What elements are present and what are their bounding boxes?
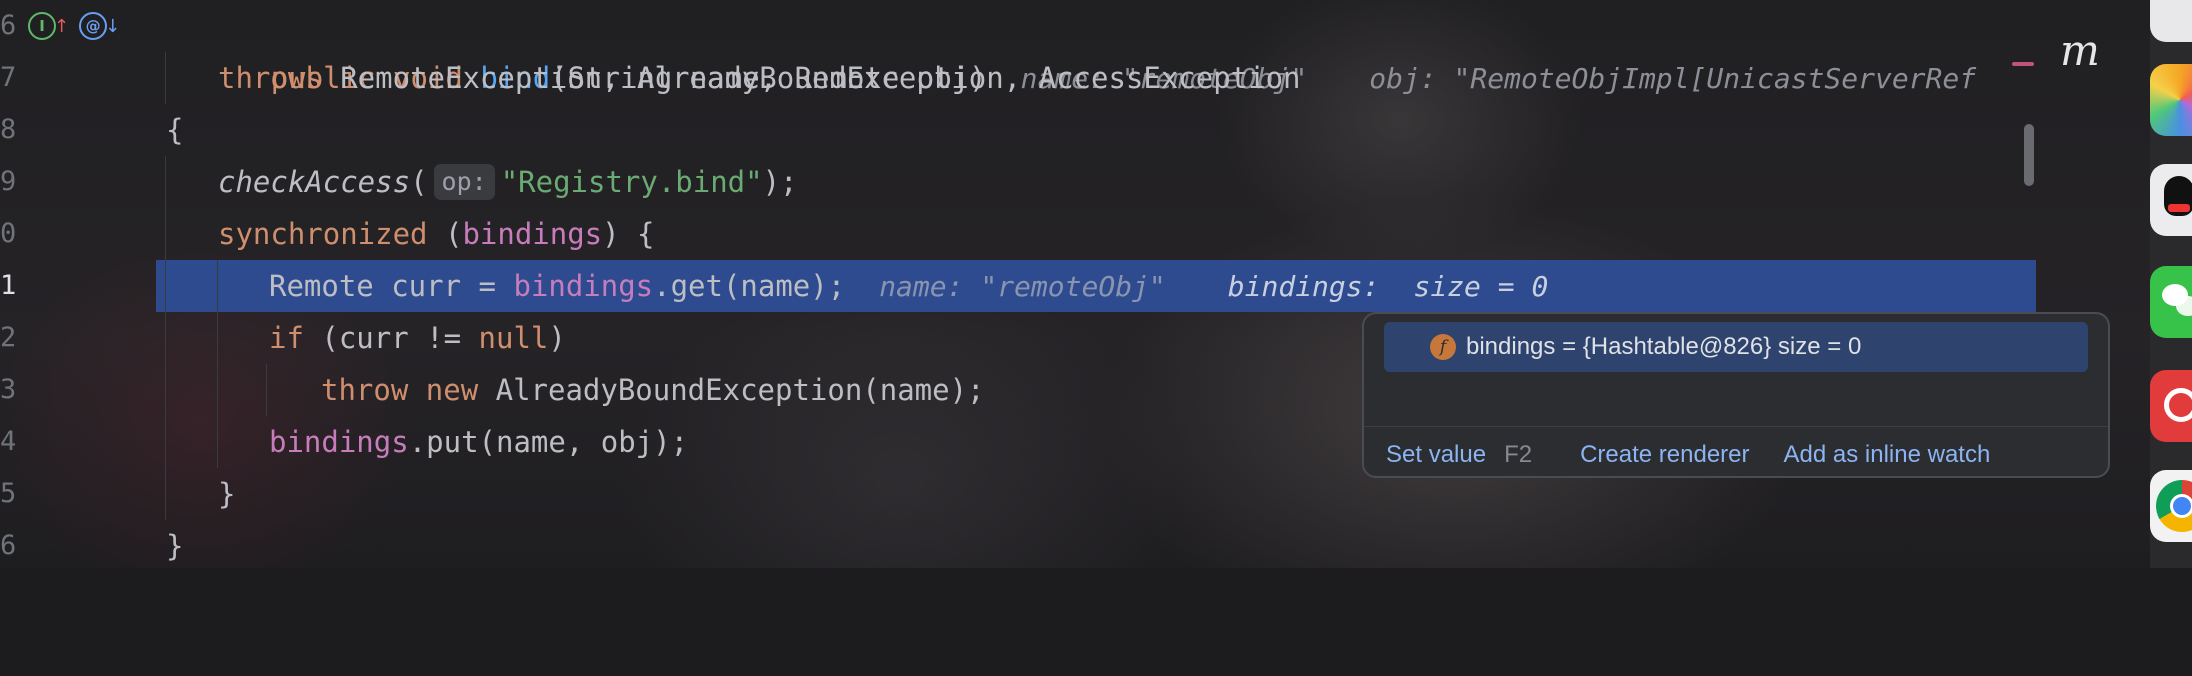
set-value-link[interactable]: Set value bbox=[1386, 441, 1486, 469]
keyword: synchronized bbox=[218, 217, 428, 251]
keyword: new bbox=[425, 373, 479, 407]
arrow-down-icon: ↓ bbox=[105, 15, 121, 37]
wechat-icon[interactable] bbox=[2150, 266, 2192, 338]
override-icon[interactable]: @ bbox=[79, 12, 108, 40]
inline-value-hint: obj: "RemoteObjImpl[UnicastServerRef bbox=[1369, 62, 1977, 95]
create-renderer-link[interactable]: Create renderer bbox=[1580, 441, 1749, 469]
inline-value-hint: name: "remoteObj" bbox=[879, 270, 1166, 303]
indent-guide bbox=[266, 364, 267, 416]
popup-actions: Set value F2 Create renderer Add as inli… bbox=[1386, 438, 1990, 472]
indent-guide bbox=[165, 156, 166, 520]
code-line-close-brace: } bbox=[0, 468, 235, 520]
keyword: null bbox=[478, 321, 549, 355]
code-line-put: bindings.put(name, obj); bbox=[0, 416, 688, 468]
paren: ) { bbox=[602, 217, 655, 251]
brace: } bbox=[166, 529, 184, 563]
value-inspector-popup: f bindings = {Hashtable@826} size = 0 Se… bbox=[1362, 312, 2110, 478]
code-line-method-signature: public void bind(String name, Remote obj… bbox=[0, 0, 1976, 95]
code-line-synchronized: synchronized (bindings) { bbox=[0, 208, 655, 260]
code-text: (curr != bbox=[303, 321, 479, 355]
variable-tree-node[interactable]: f bindings = {Hashtable@826} size = 0 bbox=[1384, 322, 2088, 372]
side-letter: m bbox=[2060, 26, 2100, 75]
keyword: throw bbox=[321, 373, 409, 407]
code-editor[interactable]: 6 7 8 9 0 1 2 3 4 5 6 I ↑ @ ↓ public voi… bbox=[0, 0, 2036, 568]
divider bbox=[1364, 426, 2108, 427]
paren: ( bbox=[427, 217, 463, 251]
code-text: Remote curr = bbox=[269, 269, 514, 303]
qq-icon[interactable] bbox=[2150, 164, 2192, 236]
inline-value-hint: size = 0 bbox=[1413, 270, 1549, 303]
code-line-if: if (curr != null) bbox=[0, 312, 566, 364]
vertical-scrollbar-thumb[interactable] bbox=[2024, 124, 2034, 186]
code-line-throw: throw new AlreadyBoundException(name); bbox=[0, 364, 985, 416]
indent-guide bbox=[217, 260, 218, 468]
paren: ); bbox=[762, 165, 798, 199]
code-text: AlreadyBoundException(name); bbox=[478, 373, 985, 407]
variable-value: bindings = {Hashtable@826} size = 0 bbox=[1466, 333, 1862, 360]
dock-app-icon[interactable] bbox=[2150, 0, 2192, 42]
keyword: if bbox=[269, 321, 304, 355]
shortcut-hint: F2 bbox=[1504, 441, 1533, 468]
inline-value-hint[interactable]: bindings: bbox=[1228, 270, 1380, 303]
brace: } bbox=[218, 477, 236, 511]
exception-list: RemoteException, AlreadyBoundException, … bbox=[322, 61, 1301, 95]
error-stripe-marker[interactable] bbox=[2012, 62, 2034, 66]
code-line-open-brace: { bbox=[0, 104, 183, 156]
field-reference: bindings bbox=[513, 269, 654, 303]
chrome-icon[interactable] bbox=[2150, 470, 2192, 542]
photos-icon[interactable] bbox=[2150, 64, 2192, 136]
brace: { bbox=[166, 113, 184, 147]
code-text: .get(name); bbox=[653, 269, 846, 303]
code-line-check-access: checkAccess(op: "Registry.bind"); bbox=[0, 156, 798, 208]
code-line-throws: throws RemoteException, AlreadyBoundExce… bbox=[0, 52, 1301, 104]
string-literal: "Registry.bind" bbox=[500, 165, 763, 199]
keyword: throws bbox=[218, 61, 323, 95]
paren: ) bbox=[548, 321, 566, 355]
field-reference: bindings bbox=[462, 217, 603, 251]
field-icon: f bbox=[1430, 334, 1456, 360]
netease-music-icon[interactable] bbox=[2150, 370, 2192, 442]
paren: ( bbox=[410, 165, 428, 199]
parameter-hint: op: bbox=[433, 164, 495, 200]
code-line-current: Remote curr = bindings.get(name); name: "… bbox=[0, 260, 1548, 312]
add-inline-watch-link[interactable]: Add as inline watch bbox=[1784, 441, 1991, 469]
field-reference: bindings bbox=[269, 425, 409, 459]
code-text: .put(name, obj); bbox=[408, 425, 689, 459]
code-line-close-brace: } bbox=[0, 520, 183, 572]
method-call: checkAccess bbox=[218, 165, 411, 199]
